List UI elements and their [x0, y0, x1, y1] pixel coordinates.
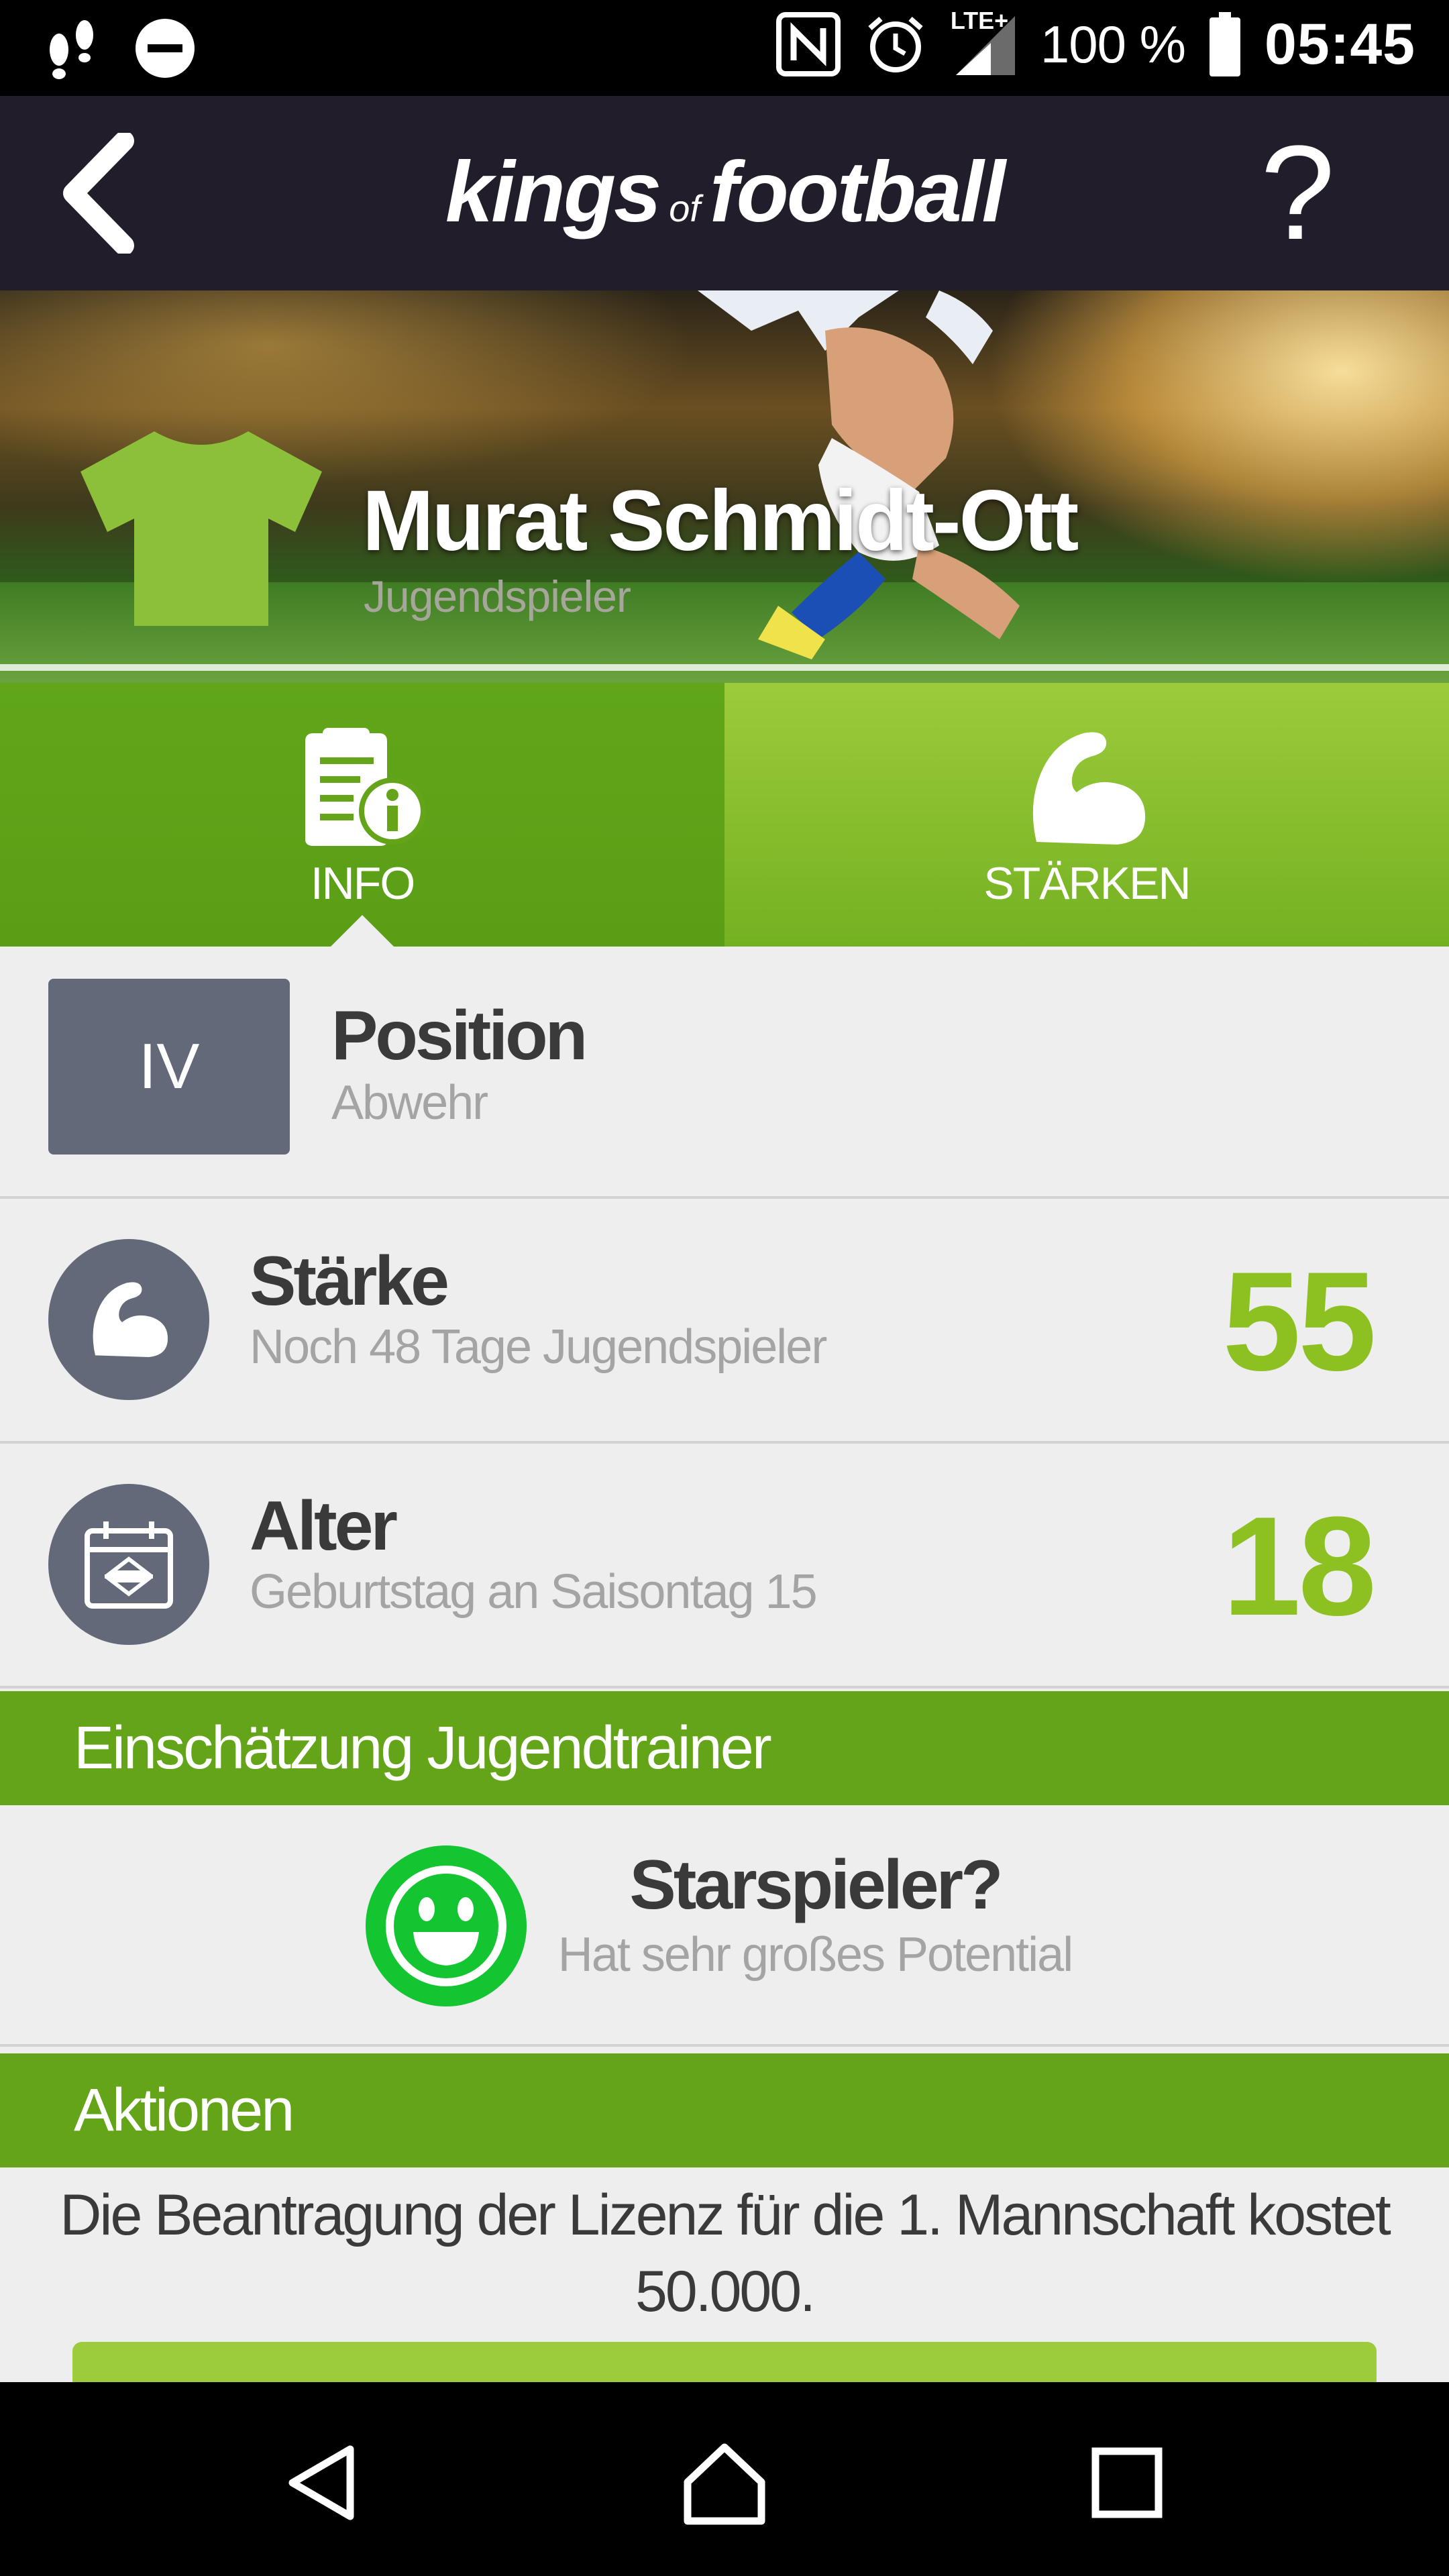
- triangle-back-icon: [288, 2445, 354, 2520]
- alter-subtitle: Geburtstag an Saisontag 15: [250, 1565, 818, 1619]
- active-tab-indicator: [330, 915, 394, 947]
- assessment-row: Starspieler? Hat sehr großes Potential: [0, 1805, 1449, 2047]
- calendar-icon: [85, 1521, 173, 1609]
- apply-license-button[interactable]: [72, 2342, 1377, 2382]
- app-logo: kings of football: [0, 143, 1449, 241]
- staerke-value: 55: [1222, 1242, 1377, 1400]
- player-header: Murat Schmidt-Ott Jugendspieler: [0, 290, 1449, 683]
- staerke-subtitle: Noch 48 Tage Jugendspieler: [250, 1320, 827, 1374]
- app-bar: kings of football ?: [0, 96, 1449, 290]
- battery-icon: [1208, 11, 1242, 78]
- alter-value: 18: [1222, 1487, 1377, 1645]
- do-not-disturb-icon: [134, 17, 196, 79]
- signal-icon: LTE+: [951, 7, 1018, 78]
- assessment-heading: Einschätzung Jugendtrainer: [0, 1691, 1449, 1805]
- flexed-bicep-icon: [93, 1282, 168, 1357]
- position-badge: IV: [48, 979, 290, 1155]
- tab-info[interactable]: INFO: [0, 683, 724, 947]
- license-cost-text: Die Beantragung der Lizenz für die 1. Ma…: [60, 2183, 1391, 2324]
- staerke-avatar: [48, 1239, 209, 1400]
- alter-avatar: [48, 1484, 209, 1645]
- logo-word-kings: kings: [445, 144, 661, 240]
- status-bar: LTE+ 100 % 05:45: [0, 0, 1449, 96]
- tab-staerken[interactable]: STÄRKEN: [724, 683, 1449, 947]
- player-type: Jugendspieler: [364, 572, 631, 621]
- staerke-row: Stärke Noch 48 Tage Jugendspieler 55: [0, 1199, 1449, 1444]
- nav-recents-button[interactable]: [1073, 2429, 1181, 2536]
- alter-row: Alter Geburtstag an Saisontag 15 18: [0, 1444, 1449, 1688]
- help-button[interactable]: ?: [1260, 126, 1335, 260]
- position-row: IV Position Abwehr: [0, 947, 1449, 1199]
- square-recents-icon: [1091, 2447, 1163, 2518]
- logo-word-of: of: [669, 187, 700, 229]
- clock: 05:45: [1265, 11, 1415, 76]
- footsteps-icon: [40, 15, 101, 82]
- navigation-bar: [0, 2382, 1449, 2576]
- tab-bar: INFO STÄRKEN: [0, 683, 1449, 947]
- flexed-bicep-icon: [1032, 732, 1146, 845]
- info-document-icon: [305, 728, 426, 846]
- staerke-title: Stärke: [250, 1242, 449, 1320]
- alter-title: Alter: [250, 1487, 398, 1565]
- home-icon: [684, 2443, 765, 2525]
- tab-info-label: INFO: [310, 858, 415, 909]
- info-content: IV Position Abwehr Stärke Noch 48 Tage J…: [0, 947, 1449, 2382]
- assessment-subtitle: Hat sehr großes Potential: [557, 1928, 1073, 1982]
- position-title: Position: [331, 997, 588, 1075]
- battery-percent: 100 %: [1040, 14, 1186, 74]
- shirt-icon: [80, 431, 322, 626]
- nav-home-button[interactable]: [671, 2429, 778, 2536]
- player-name: Murat Schmidt-Ott: [362, 473, 1079, 569]
- assessment-title: Starspieler?: [629, 1846, 1003, 1924]
- logo-word-football: football: [709, 144, 1006, 240]
- nfc-icon: [775, 12, 841, 76]
- position-value: Abwehr: [331, 1076, 488, 1130]
- actions-heading: Aktionen: [0, 2053, 1449, 2167]
- nav-back-button[interactable]: [270, 2429, 377, 2536]
- alarm-icon: [863, 12, 928, 76]
- network-type-label: LTE+: [950, 7, 1009, 34]
- tab-staerken-label: STÄRKEN: [983, 858, 1191, 909]
